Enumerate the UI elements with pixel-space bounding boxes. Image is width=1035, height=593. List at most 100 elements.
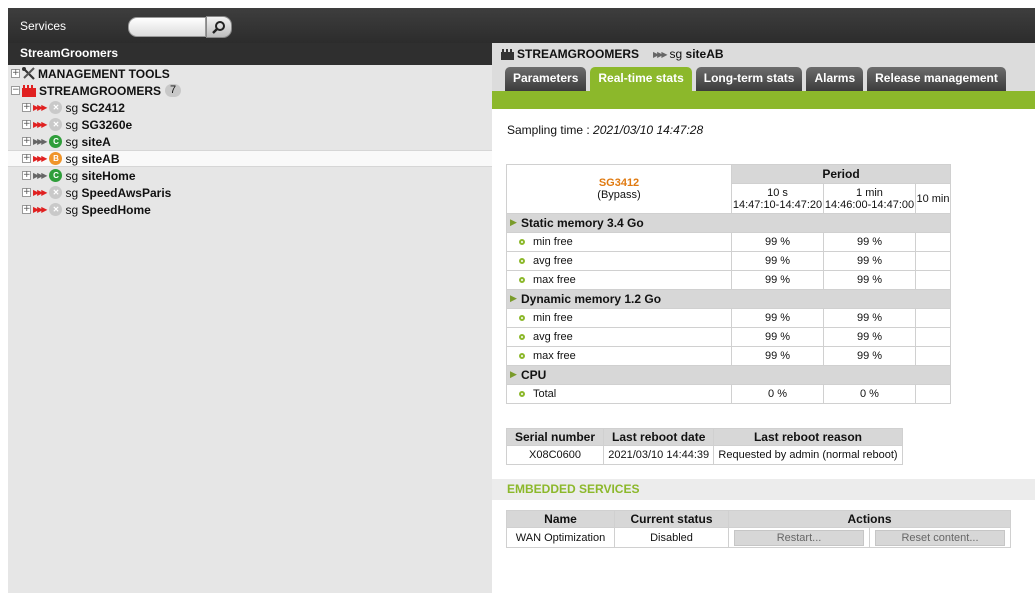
period-label: 1 min [856,186,883,199]
tree-label-management: MANAGEMENT TOOLS [38,66,170,81]
value-10s: 0 % [731,384,824,404]
value-1min: 99 % [823,308,916,328]
sampling-label: Sampling time : [507,123,590,137]
bullet-icon [519,315,525,322]
bullet-icon [519,258,525,265]
status-dot-icon: C [49,169,63,182]
status-dot-icon: ✕ [49,101,63,114]
reboot-value: X08C0600 [505,445,605,465]
reboot-value: Requested by admin (normal reboot) [713,445,903,465]
tab-real-time-stats[interactable]: Real-time stats [590,67,692,91]
expand-icon[interactable]: + [22,154,31,163]
col-name: Name [506,510,615,528]
table-row: avg free 99 % 99 % [505,251,952,271]
expand-icon[interactable]: + [22,120,31,129]
tab-alarms[interactable]: Alarms [806,67,864,91]
status-dot-icon: ✕ [49,118,63,131]
value-1min: 0 % [823,384,916,404]
tree-item-label: SpeedHome [81,202,151,217]
reboot-table: Serial number Last reboot date Last reboot… [505,428,903,465]
tree-item-speedhome[interactable]: + ▶▶▶ ✕ sg SpeedHome [8,201,492,218]
value-10min [914,270,952,290]
collapse-icon[interactable]: − [11,86,20,95]
tab-bar: Parameters Real-time stats Long-term stats… [505,67,1006,91]
period-label: 10 min [916,192,950,205]
breadcrumb-group[interactable]: STREAMGROOMERS [517,47,639,61]
section-expand-icon: ▶ [510,218,517,228]
tree-item-sitehome[interactable]: + ▶▶▶ Csg siteHome [8,167,492,184]
expand-icon[interactable]: + [11,69,20,78]
row-label-cell: avg free [505,327,733,347]
device-count-badge: 7 [165,84,182,97]
tree-item-prefix: sg [65,185,79,200]
period-range: 14:47:10-14:47:20 [732,198,823,211]
tree-item-streamgroomers[interactable]: − STREAMGROOMERS 7 [8,82,492,99]
reboot-value: 2021/03/10 14:44:39 [603,445,715,465]
bullet-icon [519,239,525,246]
table-row: avg free 99 % 99 % [505,327,952,347]
expand-icon[interactable]: + [22,188,31,197]
table-row: WAN Optimization Disabled Restart... Res… [506,527,1011,548]
stats-table: SG3412 (Bypass) Period 10 s 14:47:10-14:4… [505,164,952,404]
tree-item-speedawsparis[interactable]: + ▶▶▶ ✕ sg SpeedAwsParis [8,184,492,201]
tree-item-sg3260e[interactable]: + ▶▶▶ ✕ sg SG3260e [8,116,492,133]
breadcrumb-prefix: sg [669,47,683,61]
tree-item-sitea[interactable]: + ▶▶▶ Csg siteA [8,133,492,150]
tree-item-siteab[interactable]: + ▶▶▶ Bsg siteAB [8,150,492,167]
sampling-time: Sampling time : 2021/03/10 14:47:28 [507,123,703,137]
col-status: Current status [614,510,729,528]
row-label-cell: max free [505,270,733,290]
tab-long-term-stats[interactable]: Long-term stats [695,67,803,91]
row-label-cell: min free [505,232,733,252]
value-10s: 99 % [731,232,824,252]
section-row[interactable]: ▶ CPU [506,365,951,385]
chevrons-icon: ▶▶▶ [653,49,668,59]
restart-button[interactable]: Restart... [734,529,864,546]
tree-item-prefix: sg [65,151,79,166]
tree-item-label: siteHome [81,168,136,183]
search-input[interactable] [128,17,206,37]
tree-item-label: SG3260e [81,117,133,132]
value-10s: 99 % [731,308,824,328]
device-name: SG3412 [598,177,640,189]
reboot-col-header: Serial number [505,428,605,446]
tree-item-label: SpeedAwsParis [81,185,172,200]
embedded-services-title: EMBEDDED SERVICES [507,482,640,496]
value-10min [914,308,952,328]
search-icon [212,21,225,34]
chevrons-icon: ▶▶▶ [33,154,48,163]
left-panel-title: StreamGroomers [20,46,119,60]
search-button[interactable] [206,16,232,38]
value-1min: 99 % [823,251,916,271]
tree-item-prefix: sg [65,134,79,149]
section-row[interactable]: ▶ Static memory 3.4 Go [506,213,951,233]
tools-icon [22,67,35,80]
tree-item-management-tools[interactable]: + MANAGEMENT TOOLS [8,65,492,82]
expand-icon[interactable]: + [22,205,31,214]
service-name: WAN Optimization [506,527,615,548]
section-title: CPU [521,368,547,382]
tree-item-label: siteAB [81,151,120,166]
expand-icon[interactable]: + [22,171,31,180]
tree-item-label: siteA [81,134,111,149]
value-10s: 99 % [731,270,824,290]
row-label: Total [533,388,557,400]
value-1min: 99 % [823,327,916,347]
period-label: 10 s [767,186,788,199]
left-panel-header: StreamGroomers [8,43,492,65]
tab-parameters[interactable]: Parameters [505,67,587,91]
top-bar: Services [8,8,1035,43]
row-label: min free [533,312,573,324]
reset-content-button[interactable]: Reset content... [875,529,1005,546]
chevrons-icon: ▶▶▶ [33,103,48,112]
expand-icon[interactable]: + [22,137,31,146]
row-label-cell: avg free [505,251,733,271]
bullet-icon [519,353,525,360]
value-10min [914,232,952,252]
section-expand-icon: ▶ [510,294,517,304]
tree-item-sc2412[interactable]: + ▶▶▶ ✕ sg SC2412 [8,99,492,116]
expand-icon[interactable]: + [22,103,31,112]
tab-release-management[interactable]: Release management [867,67,1006,91]
row-label: max free [533,350,576,362]
section-row[interactable]: ▶ Dynamic memory 1.2 Go [506,289,951,309]
